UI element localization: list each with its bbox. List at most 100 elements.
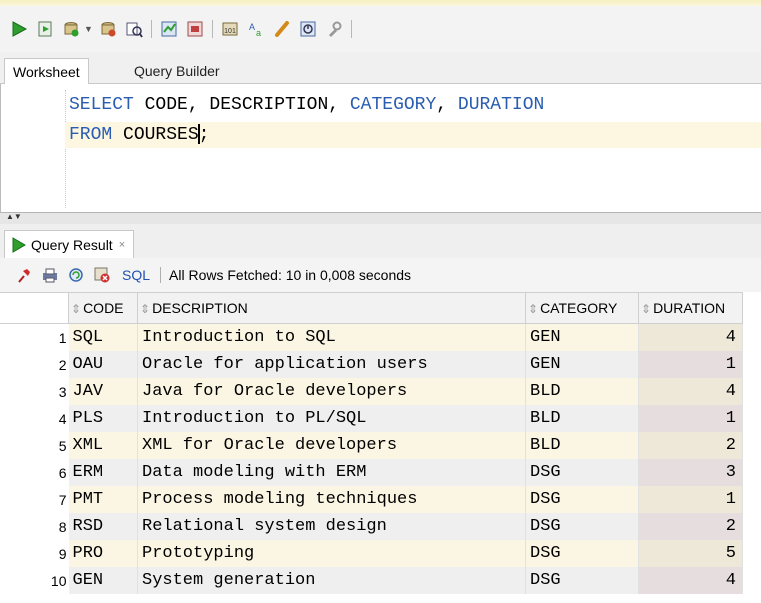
cell-category[interactable]: DSG xyxy=(525,540,639,567)
cell-code[interactable]: RSD xyxy=(68,513,138,540)
tab-worksheet[interactable]: Worksheet xyxy=(4,58,89,85)
clear-icon[interactable] xyxy=(271,18,293,40)
sort-icon[interactable]: ⇕ xyxy=(528,302,538,316)
cell-category[interactable]: DSG xyxy=(525,486,639,513)
cell-code[interactable]: SQL xyxy=(68,323,138,351)
cell-code[interactable]: JAV xyxy=(68,378,138,405)
table-row[interactable]: 9 PRO Prototyping DSG 5 xyxy=(0,540,743,567)
column-header-category[interactable]: ⇕ CATEGORY xyxy=(525,292,639,324)
table-row[interactable]: 4 PLS Introduction to PL/SQL BLD 1 xyxy=(0,405,743,432)
cell-duration[interactable]: 1 xyxy=(638,405,743,432)
rollback-icon[interactable] xyxy=(97,18,119,40)
cell-duration[interactable]: 2 xyxy=(638,513,743,540)
print-icon[interactable] xyxy=(40,265,60,285)
sort-icon[interactable]: ⇕ xyxy=(71,302,81,316)
cell-code[interactable]: PRO xyxy=(68,540,138,567)
collapse-arrows-icon[interactable]: ▲▼ xyxy=(6,213,22,221)
sql-editor[interactable]: SELECT CODE, DESCRIPTION, CATEGORY, DURA… xyxy=(0,84,761,212)
pin-icon[interactable] xyxy=(14,265,34,285)
refresh-icon[interactable] xyxy=(66,265,86,285)
cell-category[interactable]: BLD xyxy=(525,405,639,432)
cell-description[interactable]: Introduction to SQL xyxy=(137,323,526,351)
cell-code[interactable]: ERM xyxy=(68,459,138,486)
table-row[interactable]: 10 GEN System generation DSG 4 xyxy=(0,567,743,594)
cell-category[interactable]: BLD xyxy=(525,378,639,405)
commit-icon[interactable] xyxy=(60,18,82,40)
cell-duration[interactable]: 4 xyxy=(638,323,743,351)
results-grid: ⇕ CODE ⇕ DESCRIPTION ⇕ CATEGORY ⇕ DURATION 1… xyxy=(0,292,761,594)
cell-code[interactable]: PLS xyxy=(68,405,138,432)
table-row[interactable]: 8 RSD Relational system design DSG 2 xyxy=(0,513,743,540)
keyword-duration: DURATION xyxy=(457,95,545,115)
sql-link[interactable]: SQL xyxy=(122,267,150,283)
split-pane-divider[interactable]: ▲▼ xyxy=(0,212,761,224)
unshared-sql-icon[interactable]: 101 xyxy=(219,18,241,40)
cell-description[interactable]: Introduction to PL/SQL xyxy=(137,405,526,432)
column-header-label: CODE xyxy=(83,300,124,316)
row-number: 2 xyxy=(0,351,69,378)
run-statement-icon[interactable] xyxy=(8,18,30,40)
cell-code[interactable]: OAU xyxy=(68,351,138,378)
tools-icon[interactable] xyxy=(323,18,345,40)
cell-description[interactable]: Relational system design xyxy=(137,513,526,540)
close-icon[interactable]: × xyxy=(119,239,125,251)
cell-code[interactable]: XML xyxy=(68,432,138,459)
cell-duration[interactable]: 1 xyxy=(638,351,743,378)
autotrace-icon[interactable] xyxy=(158,18,180,40)
tab-query-builder[interactable]: Query Builder xyxy=(126,58,228,84)
keyword-select: SELECT xyxy=(69,95,134,115)
sort-icon[interactable]: ⇕ xyxy=(140,302,150,316)
row-number: 4 xyxy=(0,405,69,432)
editor-gutter xyxy=(1,84,63,212)
sql-tuning-icon[interactable] xyxy=(184,18,206,40)
format-icon[interactable]: Aa xyxy=(245,18,267,40)
sort-icon[interactable]: ⇕ xyxy=(641,302,651,316)
cell-description[interactable]: XML for Oracle developers xyxy=(137,432,526,459)
cell-duration[interactable]: 4 xyxy=(638,378,743,405)
svg-text:101: 101 xyxy=(224,28,236,35)
tab-query-result[interactable]: Query Result × xyxy=(4,230,135,259)
column-header-code[interactable]: ⇕ CODE xyxy=(68,292,138,324)
cell-duration[interactable]: 1 xyxy=(638,486,743,513)
column-header-duration[interactable]: ⇕ DURATION xyxy=(638,292,743,324)
run-script-icon[interactable] xyxy=(34,18,56,40)
cell-description[interactable]: Java for Oracle developers xyxy=(137,378,526,405)
cell-description[interactable]: Prototyping xyxy=(137,540,526,567)
chevron-down-icon[interactable]: ▼ xyxy=(84,24,93,34)
cancel-query-icon[interactable] xyxy=(92,265,112,285)
cell-duration[interactable]: 3 xyxy=(638,459,743,486)
cell-category[interactable]: BLD xyxy=(525,432,639,459)
cell-description[interactable]: Process modeling techniques xyxy=(137,486,526,513)
sql-text: ; xyxy=(198,125,210,145)
cell-code[interactable]: PMT xyxy=(68,486,138,513)
cell-category[interactable]: DSG xyxy=(525,513,639,540)
sql-line-1[interactable]: SELECT CODE, DESCRIPTION, CATEGORY, DURA… xyxy=(69,95,544,115)
sql-history-icon[interactable] xyxy=(297,18,319,40)
cell-duration[interactable]: 4 xyxy=(638,567,743,594)
results-table: ⇕ CODE ⇕ DESCRIPTION ⇕ CATEGORY ⇕ DURATION 1… xyxy=(0,292,743,594)
results-body: 1 SQL Introduction to SQL GEN 4 2 OAU Oracle fo… xyxy=(0,323,743,594)
column-header-description[interactable]: ⇕ DESCRIPTION xyxy=(137,292,526,324)
cell-category[interactable]: DSG xyxy=(525,567,639,594)
row-number: 1 xyxy=(0,323,69,351)
cell-description[interactable]: Oracle for application users xyxy=(137,351,526,378)
cell-category[interactable]: GEN xyxy=(525,323,639,351)
sql-line-2[interactable]: FROM COURSES; xyxy=(65,122,761,148)
explain-plan-icon[interactable] xyxy=(123,18,145,40)
sql-text: , xyxy=(436,95,458,115)
table-row[interactable]: 5 XML XML for Oracle developers BLD 2 xyxy=(0,432,743,459)
column-header-label: DURATION xyxy=(653,300,726,316)
svg-text:a: a xyxy=(256,28,261,38)
table-row[interactable]: 3 JAV Java for Oracle developers BLD 4 xyxy=(0,378,743,405)
cell-category[interactable]: DSG xyxy=(525,459,639,486)
cell-duration[interactable]: 5 xyxy=(638,540,743,567)
table-row[interactable]: 1 SQL Introduction to SQL GEN 4 xyxy=(0,323,743,351)
cell-description[interactable]: Data modeling with ERM xyxy=(137,459,526,486)
table-row[interactable]: 2 OAU Oracle for application users GEN 1 xyxy=(0,351,743,378)
table-row[interactable]: 6 ERM Data modeling with ERM DSG 3 xyxy=(0,459,743,486)
cell-description[interactable]: System generation xyxy=(137,567,526,594)
cell-duration[interactable]: 2 xyxy=(638,432,743,459)
table-row[interactable]: 7 PMT Process modeling techniques DSG 1 xyxy=(0,486,743,513)
cell-category[interactable]: GEN xyxy=(525,351,639,378)
cell-code[interactable]: GEN xyxy=(68,567,138,594)
